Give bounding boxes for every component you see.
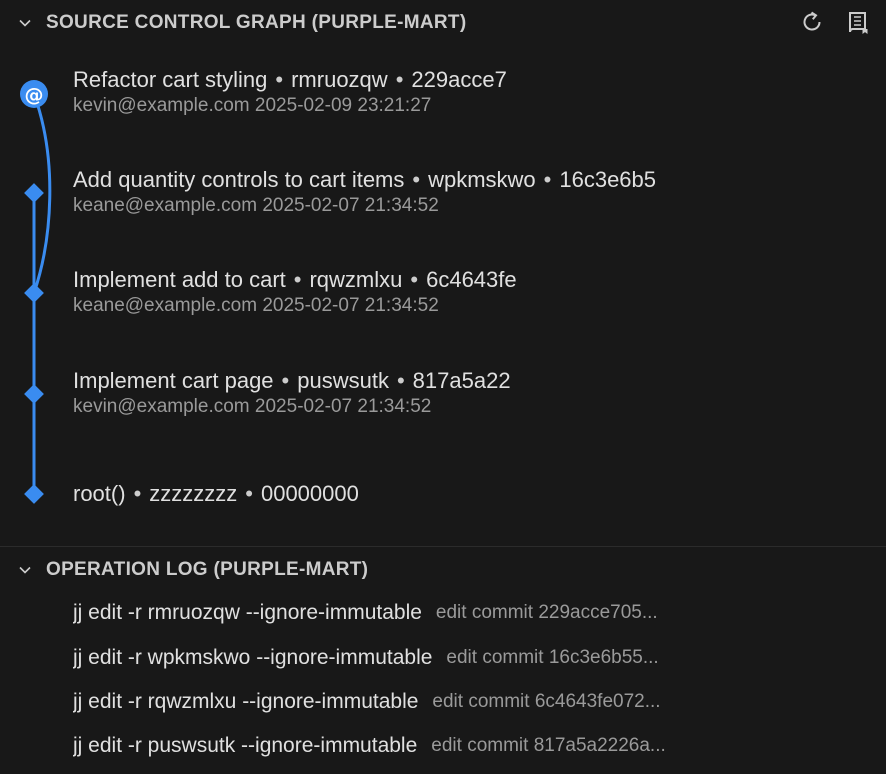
operation-command: jj edit -r rmruozqw --ignore-immutable bbox=[73, 601, 422, 624]
commit-row[interactable]: Refactor cart styling • rmruozqw • 229acce7 … bbox=[73, 66, 873, 118]
operation-description: edit commit 817a5a2226a... bbox=[431, 735, 666, 756]
commit-id: 00000000 bbox=[260, 481, 359, 506]
commit-timestamp: 2025-02-07 21:34:52 bbox=[262, 295, 439, 316]
commit-node-4[interactable] bbox=[24, 384, 44, 404]
graph-section-header[interactable]: SOURCE CONTROL GRAPH (PURPLE-MART) bbox=[0, 0, 886, 46]
commit-title-line: Implement add to cart • rqwzmlxu • 6c4643fe bbox=[73, 266, 873, 294]
commit-id: 229acce7 bbox=[411, 67, 507, 92]
section-divider[interactable] bbox=[0, 546, 886, 547]
graph-header-actions bbox=[796, 6, 874, 38]
commit-author: keane@example.com bbox=[73, 295, 258, 316]
change-id: rqwzmlxu bbox=[309, 267, 403, 292]
separator: • bbox=[412, 167, 421, 192]
commit-node-3[interactable] bbox=[24, 283, 44, 303]
commit-meta-line: keane@example.com 2025-02-07 21:34:52 bbox=[73, 194, 873, 218]
commit-node-1[interactable]: @ bbox=[20, 80, 48, 108]
repository-icon[interactable] bbox=[842, 6, 874, 38]
commit-graph: @ bbox=[20, 80, 52, 504]
change-id: zzzzzzzz bbox=[149, 481, 238, 506]
refresh-icon[interactable] bbox=[796, 6, 828, 38]
commit-title-line: Refactor cart styling • rmruozqw • 229acce7 bbox=[73, 66, 873, 94]
commit-row-root[interactable]: root() • zzzzzzzz • 00000000 bbox=[73, 480, 873, 508]
commit-description: Implement cart page bbox=[73, 368, 274, 393]
separator: • bbox=[293, 267, 302, 292]
commit-timestamp: 2025-02-07 21:34:52 bbox=[254, 396, 432, 417]
working-copy-marker: @ bbox=[25, 84, 44, 106]
operation-row[interactable]: jj edit -r rmruozqw --ignore-immutable e… bbox=[73, 593, 863, 633]
oplog-section-title: OPERATION LOG (PURPLE-MART) bbox=[46, 559, 369, 580]
commit-node-2[interactable] bbox=[24, 183, 44, 203]
commit-id: 16c3e6b5 bbox=[559, 167, 657, 192]
separator: • bbox=[410, 267, 419, 292]
operation-description: edit commit 6c4643fe072... bbox=[432, 691, 661, 712]
operation-command: jj edit -r puswsutk --ignore-immutable bbox=[73, 734, 418, 757]
commit-row[interactable]: Implement cart page • puswsutk • 817a5a22 ke… bbox=[73, 367, 873, 419]
commit-meta-line: keane@example.com 2025-02-07 21:34:52 bbox=[73, 294, 873, 318]
separator: • bbox=[281, 368, 290, 393]
commit-title-line: root() • zzzzzzzz • 00000000 bbox=[73, 480, 873, 508]
separator: • bbox=[133, 481, 142, 506]
operation-row[interactable]: jj edit -r wpkmskwo --ignore-immutable e… bbox=[73, 638, 863, 678]
commit-author: keane@example.com bbox=[73, 195, 258, 216]
separator: • bbox=[395, 67, 404, 92]
change-id: rmruozqw bbox=[291, 67, 388, 92]
separator: • bbox=[275, 67, 284, 92]
operation-command: jj edit -r wpkmskwo --ignore-immutable bbox=[73, 646, 433, 669]
oplog-section-header[interactable]: OPERATION LOG (PURPLE-MART) bbox=[0, 550, 886, 590]
separator: • bbox=[245, 481, 253, 506]
commit-author: kevin@example.com bbox=[73, 396, 250, 417]
operation-row[interactable]: jj edit -r puswsutk --ignore-immutable e… bbox=[73, 726, 863, 766]
commit-node-root[interactable] bbox=[24, 484, 44, 504]
commit-meta-line: kevin@example.com 2025-02-07 21:34:52 bbox=[73, 395, 873, 419]
commit-timestamp: 2025-02-09 23:21:27 bbox=[254, 95, 432, 116]
commit-id: 817a5a22 bbox=[412, 368, 511, 393]
separator: • bbox=[396, 368, 405, 393]
commit-description: root() bbox=[73, 481, 126, 506]
commit-row[interactable]: Add quantity controls to cart items • wpkm… bbox=[73, 166, 873, 218]
commit-description: Implement add to cart bbox=[73, 267, 286, 292]
commit-meta-line: kevin@example.com 2025-02-09 23:21:27 bbox=[73, 94, 873, 118]
change-id: puswsutk bbox=[297, 368, 389, 393]
change-id: wpkmskwo bbox=[428, 167, 536, 192]
graph-section-title: SOURCE CONTROL GRAPH (PURPLE-MART) bbox=[46, 12, 467, 33]
operation-command: jj edit -r rqwzmlxu --ignore-immutable bbox=[73, 690, 419, 713]
commit-description: Refactor cart styling bbox=[73, 67, 268, 92]
commit-description: Add quantity controls to cart items bbox=[73, 167, 405, 192]
commit-row[interactable]: Implement add to cart • rqwzmlxu • 6c4643fe … bbox=[73, 266, 873, 318]
operation-row[interactable]: jj edit -r rqwzmlxu --ignore-immutable e… bbox=[73, 682, 863, 722]
commit-title-line: Implement cart page • puswsutk • 817a5a22 bbox=[73, 367, 873, 395]
operation-description: edit commit 229acce705... bbox=[435, 602, 658, 623]
commit-author: kevin@example.com bbox=[73, 95, 250, 116]
commit-timestamp: 2025-02-07 21:34:52 bbox=[262, 195, 439, 216]
chevron-down-icon[interactable] bbox=[14, 559, 36, 581]
separator: • bbox=[543, 167, 552, 192]
commit-title-line: Add quantity controls to cart items • wpkm… bbox=[73, 166, 873, 194]
operation-description: edit commit 16c3e6b55... bbox=[446, 647, 659, 668]
commit-id: 6c4643fe bbox=[426, 267, 517, 292]
